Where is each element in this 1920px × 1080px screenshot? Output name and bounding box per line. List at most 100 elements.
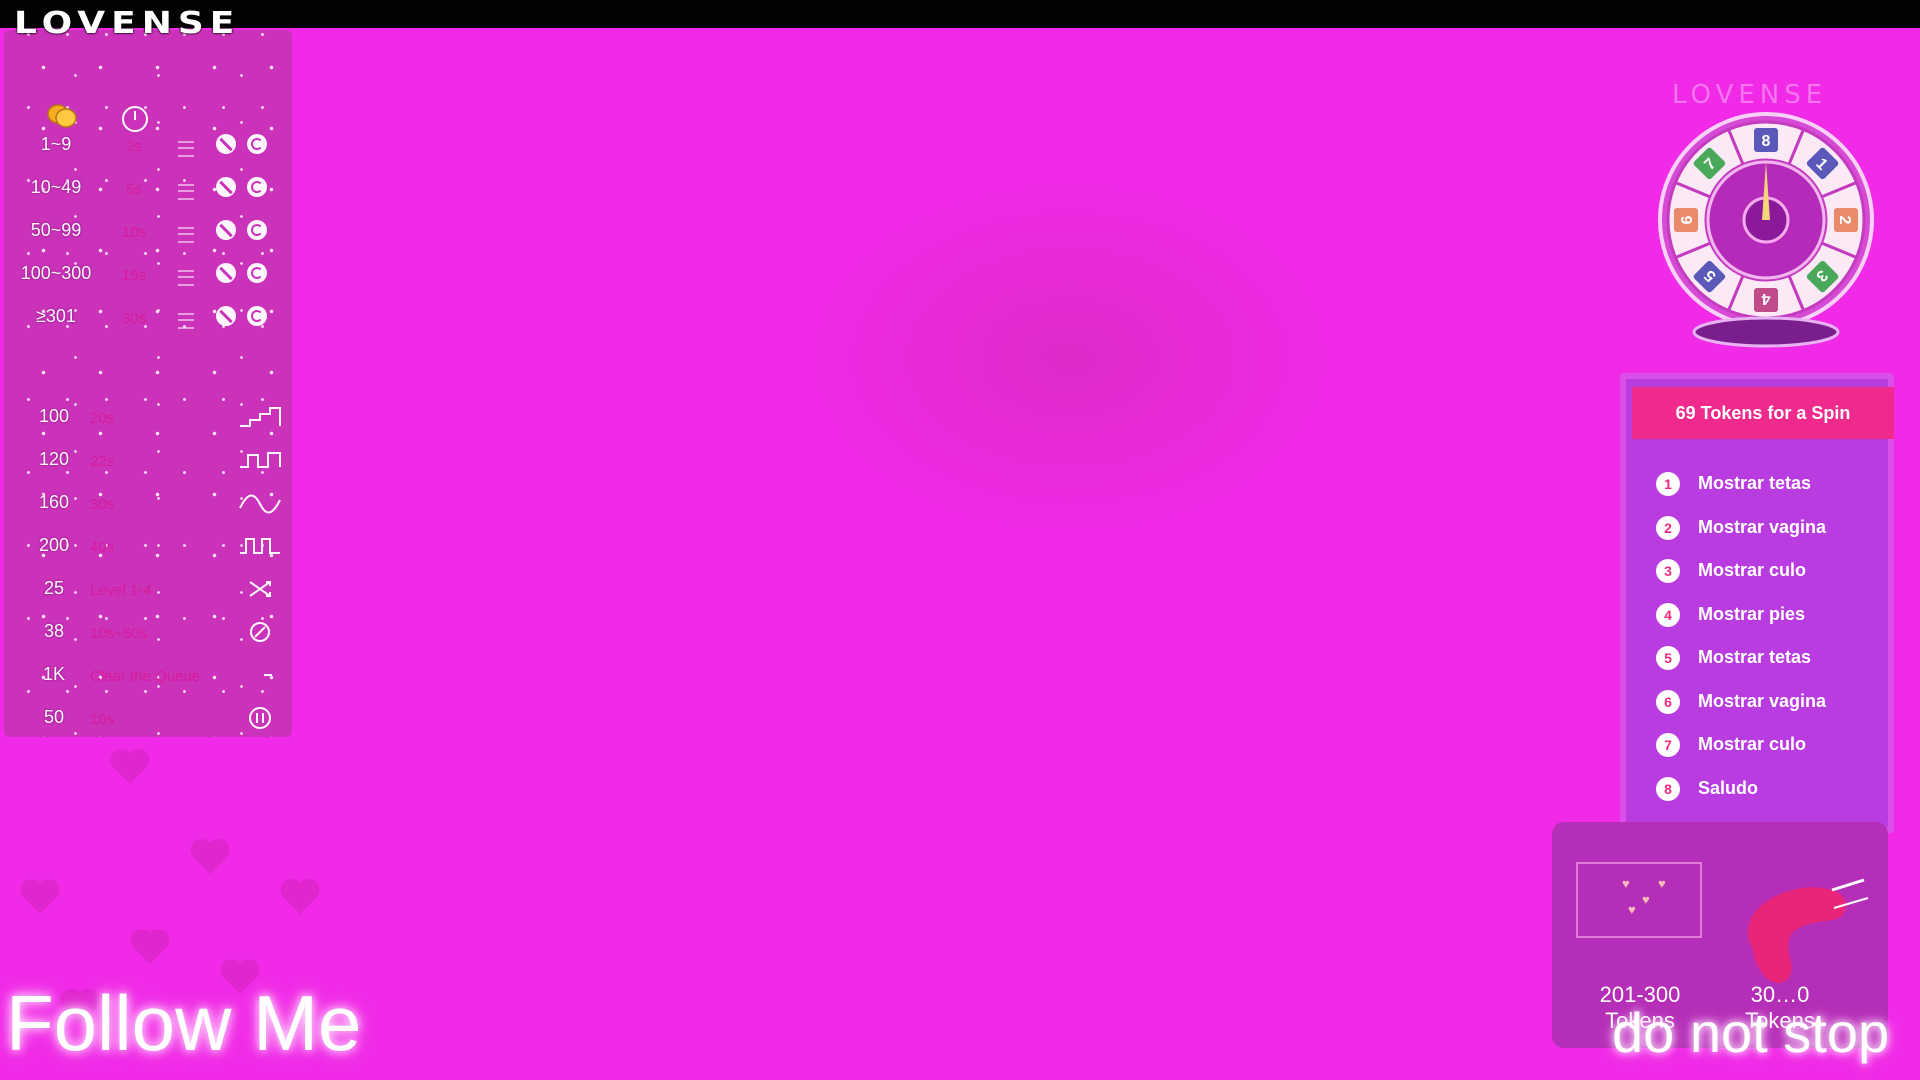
pattern-amount: 1K xyxy=(42,664,66,684)
sine-wave-icon xyxy=(239,494,281,514)
pattern-duration: 20s xyxy=(90,410,115,427)
spin-item-label: Mostrar culo xyxy=(1698,734,1807,754)
wheel-graphic: 81234567 xyxy=(1658,112,1874,348)
no-icon xyxy=(216,306,236,326)
shuffle-icon xyxy=(249,581,271,597)
level-duration: 15s xyxy=(121,267,147,284)
wheel-number: 6 xyxy=(1679,215,1696,224)
wheel-stand xyxy=(1692,316,1840,348)
intensity-icon xyxy=(178,270,194,286)
pattern-amount: 38 xyxy=(43,621,65,641)
intensity-icon xyxy=(178,313,194,329)
pattern-amount: 100 xyxy=(38,406,70,426)
spin-item-number: 7 xyxy=(1656,733,1680,757)
spin-menu-card: 69 Tokens for a Spin 1 Mostrar tetas 2 Most… xyxy=(1620,373,1894,833)
level-duration: 2s xyxy=(126,138,142,155)
stairs-pattern-icon xyxy=(240,407,281,427)
top-bar xyxy=(0,0,1920,28)
rotate-icon xyxy=(247,263,267,283)
level-row: 100~300 15s xyxy=(4,259,292,289)
pattern-row: 120 22s xyxy=(4,445,292,475)
pattern-amount: 200 xyxy=(38,535,70,555)
pattern-duration: 10s xyxy=(90,711,115,728)
pattern-row: 25 Level 1-4 xyxy=(4,574,292,604)
level-row: 10~49 5s xyxy=(4,173,292,203)
no-icon xyxy=(216,177,236,197)
spin-item-label: Mostrar tetas xyxy=(1698,647,1812,667)
heart-decoration xyxy=(130,930,170,970)
rotate-icon xyxy=(247,306,267,326)
spin-item: 2 Mostrar vagina xyxy=(1656,514,1886,542)
spin-item: 1 Mostrar tetas xyxy=(1656,470,1886,498)
heart-decoration xyxy=(110,750,150,790)
level-range: 10~49 xyxy=(30,177,82,197)
rotate-icon xyxy=(247,177,267,197)
spin-item-number: 1 xyxy=(1656,472,1680,496)
follow-me-text: Follow Me xyxy=(6,979,362,1067)
level-row: 50~99 10s xyxy=(4,216,292,246)
pattern-duration: 30s xyxy=(90,496,115,513)
wheel-lovense-logo: LOVENSE xyxy=(1672,80,1828,110)
pattern-row: 100 20s xyxy=(4,402,292,432)
level-range: 50~99 xyxy=(30,220,82,240)
wheel-number: 2 xyxy=(1836,216,1853,225)
pattern-row: 50 10s xyxy=(4,703,292,733)
spin-item: 6 Mostrar vagina xyxy=(1656,688,1886,716)
pattern-row: 38 10s~50s xyxy=(4,617,292,647)
spin-wheel[interactable]: 81234567 xyxy=(1656,110,1876,350)
heart-decoration xyxy=(280,880,320,920)
wheel-number: 8 xyxy=(1762,133,1771,150)
rotate-icon xyxy=(247,134,267,154)
spin-header: 69 Tokens for a Spin xyxy=(1632,387,1894,439)
intensity-icon xyxy=(178,184,194,200)
level-row: ≥301 30s xyxy=(4,302,292,332)
spin-item: 5 Mostrar tetas xyxy=(1656,644,1886,672)
tip-levels-panel: 1~9 2s 10~49 5s 50~99 10s 100~300 15s ≥301 30s 10… xyxy=(4,30,292,737)
pattern-amount: 50 xyxy=(43,707,65,727)
square-wave-icon xyxy=(240,538,280,554)
pattern-amount: 120 xyxy=(38,449,70,469)
pattern-duration: Clear the Queue xyxy=(90,668,201,685)
spin-item: 3 Mostrar culo xyxy=(1656,557,1886,585)
level-range: 100~300 xyxy=(20,263,92,283)
spin-item-number: 4 xyxy=(1656,602,1680,627)
pattern-row: 160 30s xyxy=(4,488,292,518)
pattern-amount: 160 xyxy=(38,492,70,512)
no-icon xyxy=(216,263,236,283)
clock-icon xyxy=(122,106,148,132)
intensity-icon xyxy=(178,227,194,243)
intensity-icon xyxy=(178,141,194,157)
do-not-stop-text: do not stop xyxy=(1612,1001,1890,1064)
lovense-logo: LOVENSE xyxy=(14,6,241,41)
clear-queue-icon xyxy=(264,674,272,676)
spin-item-label: Mostrar pies xyxy=(1698,603,1806,624)
pause-icon xyxy=(249,707,271,729)
rotate-icon xyxy=(247,220,267,240)
spin-item-label: Mostrar culo xyxy=(1698,560,1807,580)
heart-decoration xyxy=(20,880,60,920)
level-duration: 10s xyxy=(121,224,147,241)
pattern-duration: 40s xyxy=(90,539,115,556)
level-row: 1~9 2s xyxy=(4,130,292,160)
spin-item-label: Mostrar vagina xyxy=(1698,690,1827,711)
heart-decoration xyxy=(190,840,230,880)
spin-item-number: 5 xyxy=(1656,646,1680,670)
pattern-duration: 22s xyxy=(90,453,115,470)
spin-item-label: Mostrar tetas xyxy=(1698,473,1812,493)
level-range: ≥301 xyxy=(36,306,76,326)
level-duration: 5s xyxy=(126,181,142,198)
spin-item: 4 Mostrar pies xyxy=(1656,601,1886,629)
no-icon xyxy=(216,134,236,154)
no-icon xyxy=(216,220,236,240)
spin-item-number: 8 xyxy=(1656,776,1680,801)
pattern-row: 1K Clear the Queue xyxy=(4,660,292,690)
coins-icon xyxy=(47,104,77,128)
spin-item: 8 Saludo xyxy=(1656,775,1886,803)
level-range: 1~9 xyxy=(40,134,72,154)
wheel-number: 4 xyxy=(1761,290,1770,307)
spin-item-label: Saludo xyxy=(1698,777,1759,798)
pattern-row: 200 40s xyxy=(4,531,292,561)
pattern-amount: 25 xyxy=(43,578,65,598)
spin-item-number: 2 xyxy=(1656,515,1680,540)
spin-item-label: Mostrar vagina xyxy=(1698,516,1827,537)
